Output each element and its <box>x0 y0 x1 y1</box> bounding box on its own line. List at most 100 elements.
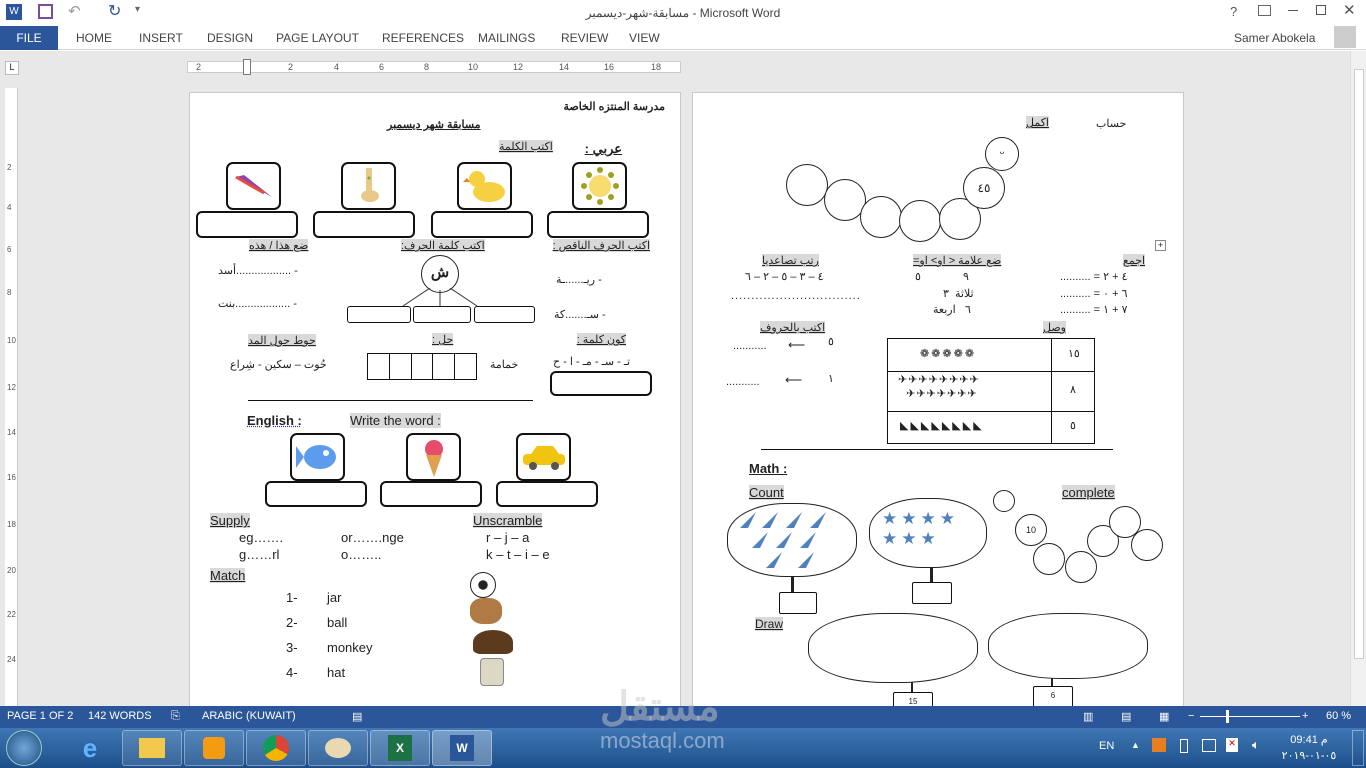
school-name: مدرسة المنتزه الخاصة <box>563 101 665 113</box>
tab-design[interactable]: DESIGN <box>207 26 253 50</box>
avatar[interactable] <box>1334 26 1356 48</box>
compare-label: ضع علامة < او> او= <box>913 254 1002 267</box>
tab-file[interactable]: FILE <box>0 26 58 50</box>
user-name[interactable]: Samer Abokela <box>1234 26 1315 50</box>
write-the-word-label: Write the word : <box>350 413 441 428</box>
tab-home[interactable]: HOME <box>76 26 112 50</box>
input-language[interactable]: EN <box>1099 740 1114 752</box>
page-count[interactable]: PAGE 1 OF 2 <box>7 710 73 722</box>
vertical-scrollbar[interactable] <box>1350 51 1366 706</box>
vertical-ruler[interactable]: 2 4 6 8 10 12 14 16 18 20 22 24 <box>5 88 18 706</box>
word-box[interactable] <box>474 306 535 323</box>
draw-cloud[interactable] <box>988 613 1148 679</box>
write-letters-number: ٥ <box>828 336 834 348</box>
caterpillar-segment: ٤٥ <box>963 167 1005 209</box>
zoom-level[interactable]: 60 % <box>1326 710 1351 722</box>
write-letters-answer[interactable]: ........... <box>733 340 767 352</box>
clock-time[interactable]: 09:41 م <box>1280 733 1338 746</box>
antivirus-icon[interactable] <box>1152 738 1166 752</box>
restore-button[interactable] <box>1316 5 1326 15</box>
tab-selector[interactable]: L <box>5 61 19 75</box>
answer-box[interactable] <box>496 481 598 507</box>
undo-icon[interactable]: ↶ <box>68 2 81 20</box>
horizontal-ruler[interactable]: 2 2 4 6 8 10 12 14 16 18 <box>187 59 681 75</box>
answer-box[interactable] <box>431 211 533 238</box>
excel-icon[interactable]: X <box>370 730 430 766</box>
title-bar: W ↶ ↻ ▾ مسابقة-شهر-ديسمبر - Microsoft Wo… <box>0 0 1366 26</box>
answer-box[interactable] <box>547 211 649 238</box>
solve-word: خمامة <box>490 359 519 371</box>
answer-box[interactable] <box>196 211 298 238</box>
tab-references[interactable]: REFERENCES <box>382 26 464 50</box>
answer-box[interactable] <box>550 371 652 396</box>
media-player-icon[interactable] <box>184 730 244 766</box>
help-button[interactable]: ? <box>1230 4 1237 19</box>
supply-label: Supply <box>210 513 250 528</box>
internet-explorer-icon[interactable]: e <box>60 730 120 766</box>
page-1[interactable]: مدرسة المنتزه الخاصة مسابقة شهر ديسمبر ع… <box>189 92 681 712</box>
zoom-slider-thumb[interactable] <box>1226 710 1229 723</box>
letter-grid[interactable] <box>367 353 477 380</box>
feather-image <box>226 162 281 210</box>
answer-box[interactable] <box>380 481 482 507</box>
network-icon[interactable] <box>1202 739 1216 752</box>
clock-date[interactable]: ٠٥-٠١-٢٠١٩ <box>1280 749 1338 762</box>
caterpillar-head: ᵕ <box>985 137 1019 171</box>
ruler-tick: 2 <box>196 62 202 72</box>
chrome-icon[interactable] <box>246 730 306 766</box>
action-center-icon[interactable]: ✕ <box>1226 738 1238 752</box>
customize-qat-icon[interactable]: ▾ <box>135 4 140 15</box>
tab-page-layout[interactable]: PAGE LAYOUT <box>276 26 359 50</box>
tree-cloud <box>727 503 857 577</box>
write-letters-answer[interactable]: ........... <box>726 376 760 388</box>
indent-marker[interactable] <box>243 59 251 75</box>
save-icon[interactable] <box>38 4 53 19</box>
paint-icon[interactable] <box>308 730 368 766</box>
redo-icon[interactable]: ↻ <box>108 1 121 21</box>
ribbon-display-icon[interactable] <box>1258 5 1271 16</box>
minimize-button[interactable] <box>1288 10 1298 11</box>
draw-cloud[interactable] <box>808 613 978 683</box>
scrollbar-thumb[interactable] <box>1354 69 1364 659</box>
solve-label: حل : <box>432 333 454 346</box>
macro-icon[interactable]: ▤ <box>352 710 362 723</box>
answer-box[interactable] <box>313 211 415 238</box>
read-mode-icon[interactable]: ▥ <box>1083 710 1093 723</box>
tab-view[interactable]: VIEW <box>629 26 660 50</box>
close-button[interactable]: ✕ <box>1343 1 1356 19</box>
proofing-icon[interactable]: ⎘ <box>171 710 180 723</box>
zoom-out-button[interactable]: − <box>1188 710 1194 722</box>
word-box[interactable] <box>347 306 411 323</box>
zoom-slider[interactable] <box>1200 716 1300 717</box>
start-button[interactable] <box>6 730 42 766</box>
file-explorer-icon[interactable] <box>122 730 182 766</box>
language-indicator[interactable]: ARABIC (KUWAIT) <box>202 710 296 722</box>
word-icon[interactable]: W <box>432 730 492 766</box>
missing-letter-label: اكتب الحرف الناقص : <box>552 239 650 252</box>
answer-box[interactable] <box>265 481 367 507</box>
battery-icon[interactable] <box>1180 739 1188 753</box>
web-layout-icon[interactable]: ▦ <box>1159 710 1169 723</box>
tab-mailings[interactable]: MAILINGS <box>478 26 535 50</box>
connect-number: ١٥ <box>1068 348 1080 360</box>
car-image <box>516 433 571 481</box>
tab-insert[interactable]: INSERT <box>139 26 183 50</box>
table-move-handle[interactable]: + <box>1155 240 1166 251</box>
draw-number-box: 6 <box>1033 686 1073 708</box>
print-layout-icon[interactable]: ▤ <box>1121 710 1131 723</box>
connect-label: وصل <box>1043 321 1066 334</box>
volume-icon[interactable]: 🔈︎ <box>1252 737 1260 753</box>
math-label: Math : <box>749 461 788 476</box>
count-answer-box[interactable] <box>912 582 952 604</box>
page-2[interactable]: حساب اكمل ٤٥ ᵕ + اجمع ٤ + ٢ = ..........… <box>692 92 1184 712</box>
order-answer-line[interactable]: ................................ <box>731 290 861 302</box>
tree-trunk <box>911 682 913 692</box>
ruler-tick: 12 <box>513 62 524 72</box>
show-desktop-button[interactable] <box>1352 730 1364 766</box>
word-count[interactable]: 142 WORDS <box>88 710 152 722</box>
zoom-in-button[interactable]: + <box>1302 710 1308 722</box>
tab-review[interactable]: REVIEW <box>561 26 608 50</box>
show-hidden-icons[interactable]: ▲ <box>1131 740 1140 750</box>
word-box[interactable] <box>413 306 471 323</box>
count-answer-box[interactable] <box>779 592 817 614</box>
